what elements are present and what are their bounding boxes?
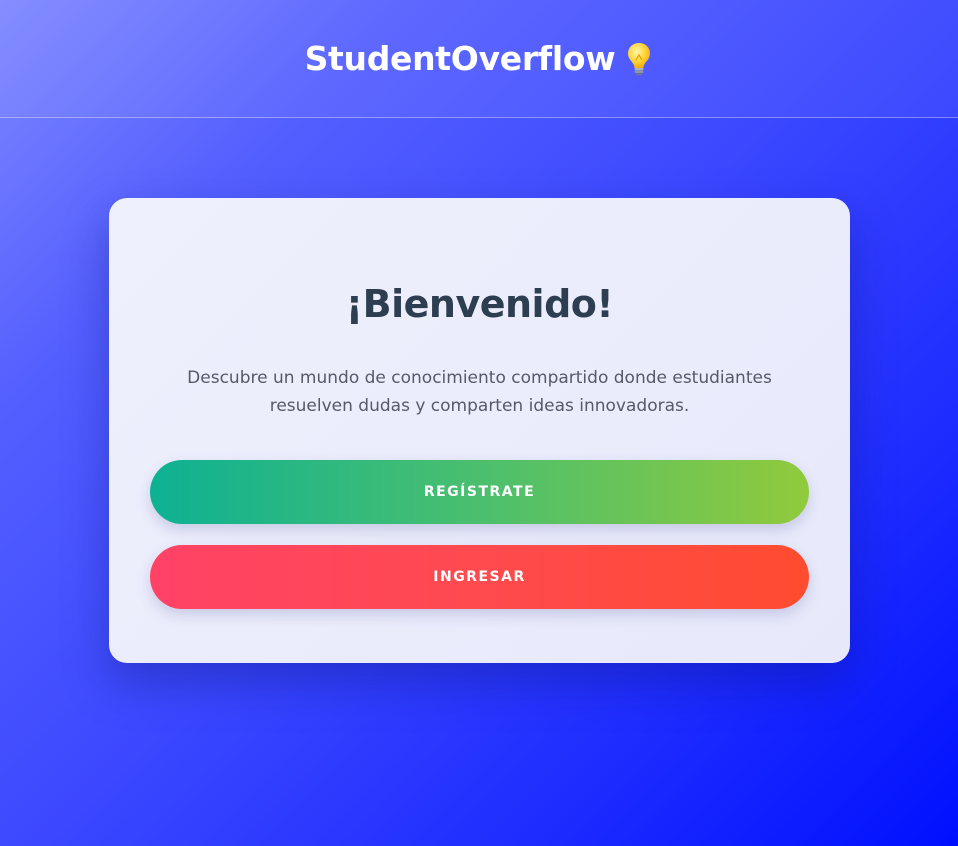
welcome-description: Descubre un mundo de conocimiento compar… bbox=[187, 368, 772, 416]
lightbulb-icon bbox=[625, 41, 653, 77]
top-header: StudentOverflow bbox=[0, 0, 958, 118]
welcome-title: ¡Bienvenido! bbox=[345, 282, 614, 326]
brand-name: StudentOverflow bbox=[304, 39, 616, 78]
welcome-card: ¡Bienvenido! Descubre un mundo de conoci… bbox=[109, 198, 850, 663]
brand[interactable]: StudentOverflow bbox=[305, 39, 654, 78]
login-button[interactable]: INGRESAR bbox=[150, 545, 809, 609]
register-button[interactable]: REGÍSTRATE bbox=[150, 460, 809, 524]
